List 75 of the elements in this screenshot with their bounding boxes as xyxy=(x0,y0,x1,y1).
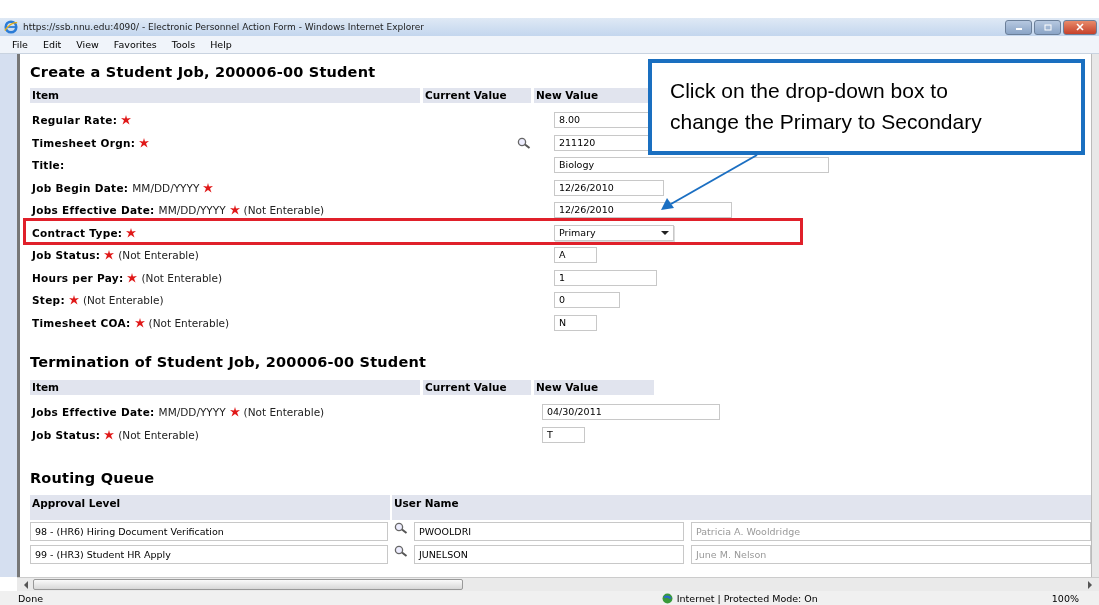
approval-level-field[interactable]: 98 - (HR6) Hiring Document Verification xyxy=(30,522,388,541)
user-name-field[interactable]: JUNELSON xyxy=(414,545,684,564)
search-icon[interactable] xyxy=(517,136,531,149)
callout-text: Click on the drop-down box to change the Primary to Secondary xyxy=(670,78,983,135)
search-icon[interactable] xyxy=(394,545,408,557)
scroll-right-icon[interactable] xyxy=(1087,580,1093,589)
field-label: Job Status: xyxy=(32,249,101,262)
search-icon[interactable] xyxy=(394,522,408,534)
field-label: Contract Type: xyxy=(32,226,123,239)
date-format-hint: MM/DD/YYYY xyxy=(158,204,226,217)
field-label: Jobs Effective Date: xyxy=(32,204,155,217)
field-note: (Not Enterable) xyxy=(141,271,223,284)
menu-item[interactable]: Edit xyxy=(42,39,62,50)
caret-icon xyxy=(661,230,669,235)
column-header: Item xyxy=(30,380,420,395)
field-label: Title: xyxy=(32,159,65,172)
date-format-hint: MM/DD/YYYY xyxy=(158,406,226,419)
status-text: Done xyxy=(18,592,43,604)
field-note: (Not Enterable) xyxy=(118,428,199,441)
minimize-button[interactable] xyxy=(1005,19,1032,35)
column-header: Item xyxy=(30,88,420,103)
user-name-field[interactable]: PWOOLDRI xyxy=(414,522,684,541)
field-note: (Not Enterable) xyxy=(148,316,230,329)
field-note: (Not Enterable) xyxy=(243,204,325,217)
menu-item[interactable]: Favorites xyxy=(113,39,157,50)
window-title: https://ssb.nnu.edu:4090/ - Electronic Personnel Action Form - Windows Internet Explorer xyxy=(23,22,425,32)
field-label: Hours per Pay: xyxy=(32,271,124,284)
restore-icon xyxy=(1042,23,1053,31)
field-note: (Not Enterable) xyxy=(118,249,199,262)
section-heading: Create a Student Job, 200006-00 Student xyxy=(30,64,377,82)
full-name-field: Patricia A. Wooldridge xyxy=(691,522,1091,541)
column-header: Approval Level xyxy=(30,495,390,520)
field-label: Timesheet Orgn: xyxy=(32,136,136,149)
input-field[interactable]: 12/26/2010 xyxy=(554,179,664,196)
input-field[interactable]: N xyxy=(554,314,597,331)
column-header: Current Value xyxy=(423,380,531,395)
input-field[interactable]: 1 xyxy=(554,269,657,286)
input-field[interactable]: 12/26/2010 xyxy=(554,202,732,219)
horizontal-scrollbar[interactable] xyxy=(17,577,1099,591)
field-label: Timesheet COA: xyxy=(32,316,131,329)
column-header: New Value xyxy=(534,380,654,395)
input-field[interactable]: A xyxy=(554,247,597,264)
close-button[interactable] xyxy=(1063,19,1097,35)
security-zone: Internet | Protected Mode: On xyxy=(676,592,818,604)
approval-level-field[interactable]: 99 - (HR3) Student HR Apply xyxy=(30,545,388,564)
vertical-scrollbar[interactable] xyxy=(1091,54,1099,577)
field-label: Jobs Effective Date: xyxy=(32,406,155,419)
field-note: (Not Enterable) xyxy=(82,294,164,307)
browser-logo-icon xyxy=(4,20,18,34)
field-label: Step: xyxy=(32,294,65,307)
section-heading: Routing Queue xyxy=(30,470,156,488)
close-icon xyxy=(1075,23,1085,31)
column-header: User Name xyxy=(392,495,1091,520)
section-heading: Termination of Student Job, 200006-00 Student xyxy=(30,354,428,372)
restore-button[interactable] xyxy=(1034,19,1061,35)
field-label: Job Status: xyxy=(32,428,101,441)
scroll-thumb[interactable] xyxy=(33,579,463,590)
input-field[interactable]: 04/30/2011 xyxy=(542,404,720,421)
column-header: Current Value xyxy=(423,88,531,103)
contract-type-dropdown[interactable]: Primary xyxy=(554,224,674,241)
globe-icon xyxy=(661,592,673,604)
date-format-hint: MM/DD/YYYY xyxy=(132,181,200,194)
scroll-left-icon[interactable] xyxy=(23,580,29,589)
input-field[interactable]: 0 xyxy=(554,292,620,309)
field-note: (Not Enterable) xyxy=(243,406,325,419)
menu-item[interactable]: Tools xyxy=(171,39,196,50)
full-name-field: June M. Nelson xyxy=(691,545,1091,564)
menu-item[interactable]: View xyxy=(76,39,99,50)
input-field[interactable]: T xyxy=(542,426,585,443)
field-label: Job Begin Date: xyxy=(32,181,129,194)
input-field[interactable]: Biology xyxy=(554,157,829,174)
menu-item[interactable]: File xyxy=(12,39,28,50)
field-label: Regular Rate: xyxy=(32,114,118,127)
zoom-level[interactable]: 100% xyxy=(1051,592,1079,604)
menu-item[interactable]: Help xyxy=(210,39,232,50)
